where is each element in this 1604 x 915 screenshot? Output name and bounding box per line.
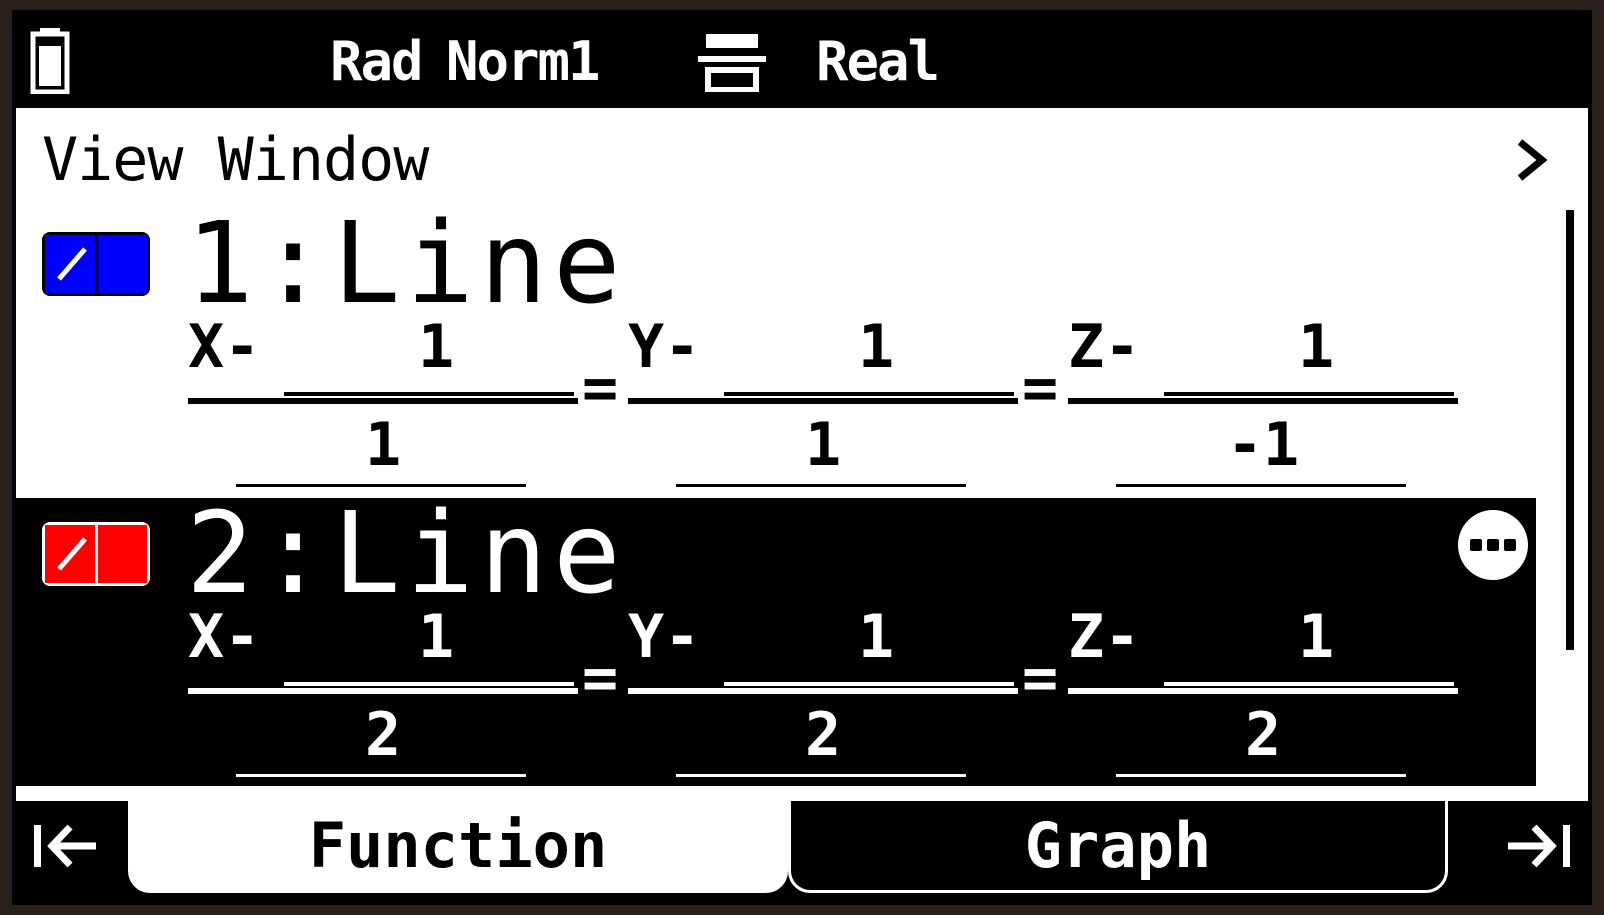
fraction-variable: X-	[188, 602, 261, 672]
more-options-icon[interactable]	[1458, 510, 1528, 580]
fraction-variable: Z-	[1068, 312, 1141, 382]
fraction-y: Y- 1 1	[628, 306, 1018, 487]
fraction-denominator: -1	[1226, 410, 1300, 480]
numerator-rule	[1164, 392, 1454, 396]
fraction-bar	[628, 688, 1018, 694]
badge-divider	[95, 235, 98, 293]
graph-color-toggle[interactable]	[42, 522, 150, 586]
tab-last-icon[interactable]	[1498, 811, 1578, 881]
equals-sign: =	[582, 643, 619, 713]
badge-divider	[95, 525, 98, 583]
fraction-numerator: 1	[418, 602, 455, 672]
fraction-denominator: 2	[804, 700, 842, 770]
complex-mode: Real	[816, 30, 940, 93]
fraction-bar	[628, 398, 1018, 404]
chevron-right-icon[interactable]	[1514, 136, 1548, 184]
fraction-denominator: 1	[364, 410, 402, 480]
denominator-rule	[236, 484, 526, 487]
scrollbar[interactable]	[1566, 210, 1574, 650]
fraction-numerator: 1	[858, 602, 895, 672]
tab-first-icon[interactable]	[26, 811, 106, 881]
denominator-rule	[1116, 774, 1406, 777]
calculator-screen: Rad Norm1 Real View Window 1:Line X- 1 1…	[12, 10, 1592, 905]
fraction-variable: Z-	[1068, 602, 1141, 672]
entry-color-fill	[96, 235, 147, 293]
fraction-bar	[188, 398, 578, 404]
graph-color-toggle[interactable]	[42, 232, 150, 296]
denominator-rule	[1116, 484, 1406, 487]
view-window-title: View Window	[42, 125, 429, 195]
fraction-denominator: 1	[804, 410, 842, 480]
device-frame: Rad Norm1 Real View Window 1:Line X- 1 1…	[0, 0, 1604, 915]
fraction-numerator: 1	[418, 312, 455, 382]
entry-color-fill	[96, 525, 147, 583]
fraction-bar	[1068, 398, 1458, 404]
numerator-rule	[724, 682, 1014, 686]
denominator-rule	[676, 774, 966, 777]
line-style-icon	[57, 537, 87, 571]
fraction-denominator: 2	[364, 700, 402, 770]
fraction-variable: X-	[188, 312, 261, 382]
tab-function[interactable]: Function	[128, 801, 788, 893]
fraction-bar	[1068, 688, 1458, 694]
fraction-variable: Y-	[628, 312, 701, 382]
denominator-rule	[236, 774, 526, 777]
numerator-rule	[1164, 682, 1454, 686]
tab-bar: Function Graph	[16, 801, 1588, 901]
angle-mode: Rad	[330, 30, 424, 93]
fraction-y: Y- 1 2	[628, 596, 1018, 777]
fraction-numerator: 1	[858, 312, 895, 382]
equals-sign: =	[1022, 353, 1059, 423]
fraction-numerator: 1	[1298, 602, 1335, 672]
fraction-bar	[188, 688, 578, 694]
fraction-z: Z- 1 -1	[1068, 306, 1458, 487]
equals-sign: =	[1022, 643, 1059, 713]
display-format-icon	[698, 34, 766, 92]
fraction-x: X- 1 2	[188, 596, 578, 777]
numerator-rule	[284, 682, 574, 686]
fraction-variable: Y-	[628, 602, 701, 672]
line-style-icon	[57, 247, 87, 281]
fraction-x: X- 1 1	[188, 306, 578, 487]
function-entry-1[interactable]: 1:Line X- 1 1 = Y- 1 1 = Z- 1 -1	[16, 204, 1536, 496]
view-window-row[interactable]: View Window	[16, 112, 1588, 208]
display-mode: Norm1	[446, 30, 601, 93]
numerator-rule	[724, 392, 1014, 396]
entry-color-swatch	[45, 525, 96, 583]
fraction-numerator: 1	[1298, 312, 1335, 382]
entry-color-swatch	[45, 235, 96, 293]
tab-graph[interactable]: Graph	[788, 801, 1448, 893]
fraction-denominator: 2	[1244, 700, 1282, 770]
battery-icon	[30, 28, 70, 94]
status-bar: Rad Norm1 Real	[16, 14, 1588, 108]
equals-sign: =	[582, 353, 619, 423]
numerator-rule	[284, 392, 574, 396]
fraction-z: Z- 1 2	[1068, 596, 1458, 777]
function-entry-2[interactable]: 2:Line X- 1 2 = Y- 1 2 = Z- 1 2	[16, 494, 1536, 786]
denominator-rule	[676, 484, 966, 487]
